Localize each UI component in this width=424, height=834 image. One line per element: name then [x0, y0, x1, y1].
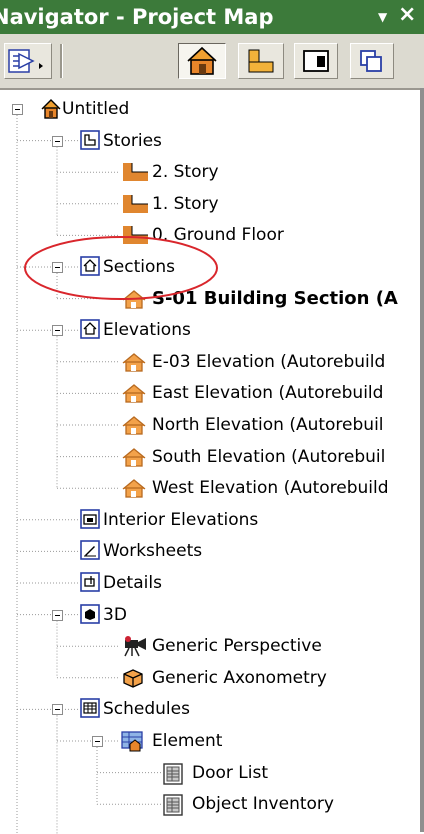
- tree-item-label: Stories: [103, 130, 162, 151]
- project-map-tree[interactable]: Untitled Stories 2. Story 1. Story 0. Ground…: [0, 88, 424, 834]
- tree-item-label: S-01 Building Section (A: [152, 287, 398, 309]
- camera-icon: [120, 635, 148, 661]
- tree-item-label: Untitled: [62, 99, 130, 119]
- tree-item-elevations[interactable]: Elevations: [0, 315, 424, 345]
- tree-item-interior-elevations[interactable]: Interior Elevations: [0, 505, 424, 535]
- elevation-view-icon: [120, 351, 148, 377]
- title-bar[interactable]: Navigator - Project Map ▼ ×: [0, 0, 424, 34]
- elevation-view-icon: [120, 477, 148, 503]
- list-icon: [162, 762, 184, 790]
- tree-item-sections[interactable]: Sections: [0, 252, 424, 282]
- tree-item-label: Elevations: [103, 320, 191, 341]
- tree-item-label: E-03 Elevation (Autorebuild: [152, 351, 386, 372]
- tree-item-east-elevation-autorebuild[interactable]: East Elevation (Autorebuild: [0, 378, 424, 408]
- tree-item-label: Schedules: [103, 699, 190, 720]
- tree-item-west-elevation-autorebuild[interactable]: West Elevation (Autorebuild: [0, 473, 424, 503]
- tree-item-2-story[interactable]: 2. Story: [0, 157, 424, 187]
- tree-item-label: Details: [103, 573, 162, 593]
- elevation-view-icon: [120, 382, 148, 408]
- tree-item-e-03-elevation-autorebuild[interactable]: E-03 Elevation (Autorebuild: [0, 347, 424, 377]
- tree-item-label: 2. Story: [152, 162, 219, 183]
- elevations-icon: [80, 319, 100, 343]
- worksheets-icon: [80, 540, 100, 564]
- collapse-toggle-icon[interactable]: [52, 609, 63, 621]
- tree-item-label: West Elevation (Autorebuild: [152, 478, 389, 499]
- elevation-view-icon: [120, 414, 148, 440]
- toolbar-separator: [60, 44, 63, 78]
- 3d-icon: [80, 603, 100, 628]
- tree-item-schedules[interactable]: Schedules: [0, 694, 424, 724]
- collapse-toggle-icon[interactable]: [52, 135, 63, 147]
- story-icon: [120, 224, 150, 250]
- tree-item-label: Generic Axonometry: [152, 667, 327, 688]
- popup-arrow-icon: [8, 49, 43, 73]
- tree-item-label: East Elevation (Autorebuild: [152, 383, 384, 404]
- project-map-button[interactable]: [178, 43, 226, 79]
- tree-item-label: Door List: [192, 762, 269, 783]
- layout-book-icon: [303, 50, 329, 72]
- layout-book-button[interactable]: [294, 43, 338, 79]
- elevation-view-icon: [120, 446, 148, 472]
- tree-item-1-story[interactable]: 1. Story: [0, 189, 424, 219]
- close-icon[interactable]: ×: [398, 2, 416, 27]
- tree-item-label: Interior Elevations: [103, 509, 259, 530]
- palette-menu-icon[interactable]: ▼: [378, 10, 387, 24]
- collapse-toggle-icon[interactable]: [52, 262, 63, 273]
- tree-item-details[interactable]: Details: [0, 568, 424, 598]
- story-icon: [120, 161, 150, 187]
- tree-item-s-01-building-section-a[interactable]: S-01 Building Section (A: [0, 284, 424, 314]
- navigator-toolbar: [0, 34, 424, 88]
- tree-item-object-inventory[interactable]: Object Inventory: [0, 789, 424, 819]
- sections-icon: [80, 256, 100, 280]
- tree-item-generic-perspective[interactable]: Generic Perspective: [0, 631, 424, 661]
- publisher-sets-button[interactable]: [350, 43, 394, 79]
- house-icon: [40, 98, 62, 124]
- tree-item-label: Worksheets: [103, 541, 203, 562]
- publisher-sets-icon: [360, 50, 382, 72]
- tree-item-label: Generic Perspective: [152, 636, 322, 657]
- tree-item-north-elevation-autorebuil[interactable]: North Elevation (Autorebuil: [0, 410, 424, 440]
- tree-item-label: 3D: [103, 604, 127, 625]
- element-schedule-icon: [120, 730, 146, 758]
- tree-item-untitled[interactable]: Untitled: [0, 94, 424, 124]
- stories-icon: [80, 129, 100, 154]
- schedules-icon: [80, 698, 100, 722]
- tree-item-south-elevation-autorebuil[interactable]: South Elevation (Autorebuil: [0, 442, 424, 472]
- interior-elevations-icon: [80, 508, 100, 533]
- window-title: Navigator - Project Map: [0, 5, 274, 29]
- view-map-icon: [248, 49, 274, 73]
- list-icon: [162, 793, 184, 821]
- tree-item-worksheets[interactable]: Worksheets: [0, 536, 424, 566]
- tree-item-label: Element: [152, 731, 223, 751]
- navigator-popup-button[interactable]: [4, 43, 52, 79]
- tree-item-element[interactable]: Element: [0, 726, 424, 756]
- collapse-toggle-icon[interactable]: [52, 325, 63, 337]
- tree-item-label: North Elevation (Autorebuil: [152, 415, 384, 435]
- axonometry-icon: [120, 667, 146, 693]
- tree-item-generic-axonometry[interactable]: Generic Axonometry: [0, 663, 424, 693]
- tree-item-stories[interactable]: Stories: [0, 126, 424, 156]
- tree-item-door-list[interactable]: Door List: [0, 758, 424, 788]
- story-icon: [120, 193, 150, 219]
- tree-item-label: 0. Ground Floor: [152, 225, 284, 246]
- tree-item-label: Object Inventory: [192, 794, 334, 815]
- collapse-toggle-icon[interactable]: [92, 736, 103, 747]
- pane-right-border: [420, 88, 424, 832]
- tree-item-label: Sections: [103, 257, 176, 277]
- details-icon: [80, 572, 100, 596]
- collapse-toggle-icon[interactable]: [52, 704, 63, 716]
- collapse-toggle-icon[interactable]: [12, 104, 23, 115]
- section-view-icon: [120, 288, 148, 314]
- tree-item-label: South Elevation (Autorebuil: [152, 446, 386, 467]
- view-map-button[interactable]: [238, 43, 284, 79]
- tree-item-label: 1. Story: [152, 193, 219, 214]
- project-map-house-icon: [187, 46, 217, 75]
- tree-item-3d[interactable]: 3D: [0, 600, 424, 630]
- tree-item-0-ground-floor[interactable]: 0. Ground Floor: [0, 220, 424, 250]
